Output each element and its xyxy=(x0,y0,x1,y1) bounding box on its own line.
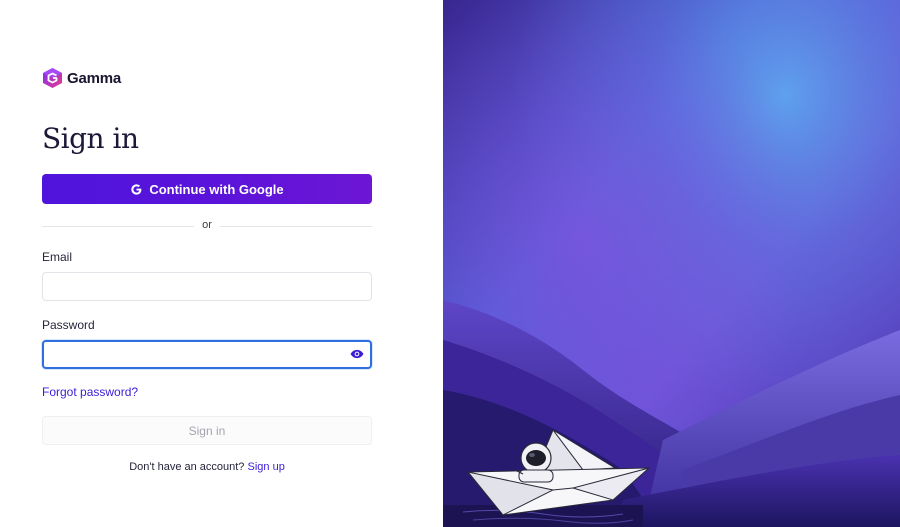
email-input[interactable] xyxy=(42,272,372,301)
astronaut-paper-boat-illustration xyxy=(443,0,900,527)
continue-with-google-label: Continue with Google xyxy=(149,181,284,197)
sign-up-link[interactable]: Sign up xyxy=(248,461,285,473)
password-label: Password xyxy=(42,318,95,332)
divider-text: or xyxy=(202,219,212,231)
continue-with-google-button[interactable]: Continue with Google xyxy=(42,174,372,204)
email-label: Email xyxy=(42,250,73,264)
login-panel: Gamma Sign in Continue with Google or Em… xyxy=(0,0,443,527)
brand-logo[interactable]: Gamma xyxy=(42,67,121,89)
hero-illustration-panel xyxy=(443,0,900,527)
brand-name: Gamma xyxy=(67,69,122,87)
eye-icon[interactable] xyxy=(350,348,364,360)
password-input[interactable] xyxy=(42,340,372,369)
signup-row: Don't have an account? Sign up xyxy=(42,461,372,473)
gamma-logo-icon xyxy=(43,68,62,88)
sign-in-button[interactable]: Sign in xyxy=(42,416,372,445)
google-icon xyxy=(131,183,142,195)
page-title: Sign in xyxy=(42,122,139,155)
or-divider: or xyxy=(42,217,372,235)
signup-prompt: Don't have an account? xyxy=(129,461,245,473)
divider-line-right xyxy=(220,226,372,227)
forgot-password-link[interactable]: Forgot password? xyxy=(42,385,138,399)
